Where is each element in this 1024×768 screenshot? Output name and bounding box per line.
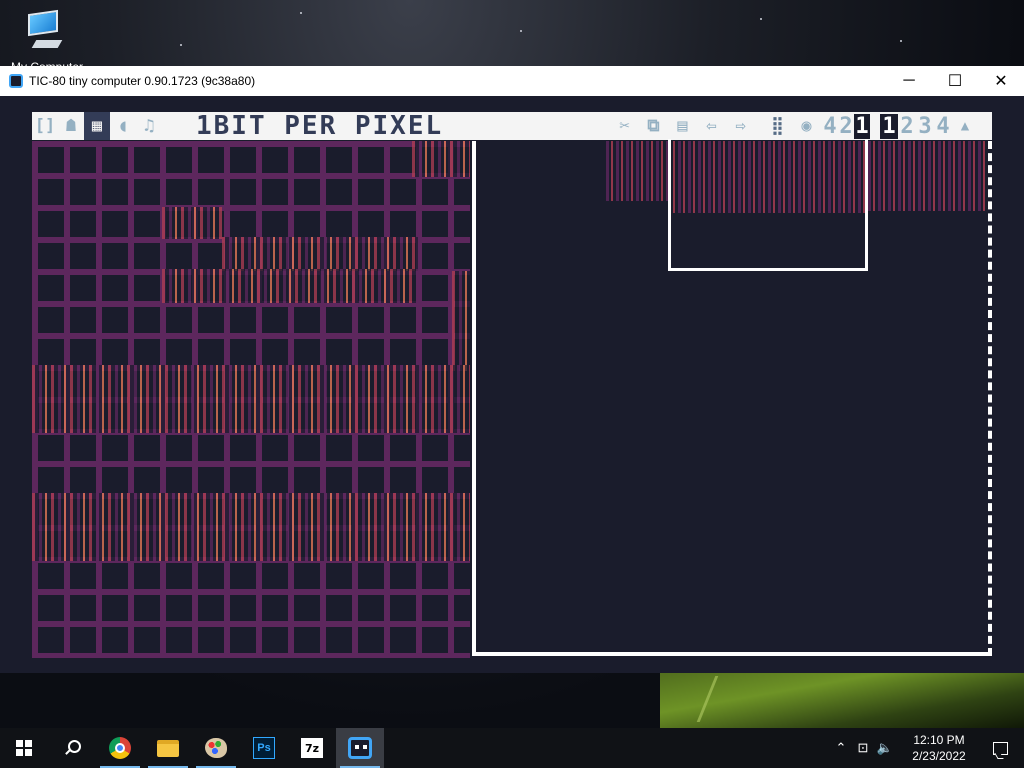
star-decoration xyxy=(300,12,302,14)
pixel-data xyxy=(32,493,470,561)
tic80-toolbar: [] ☗ ▦ ◖ ♫ 1BIT PER PIXEL ✂ ⧉ ▤ ⇦ ⇨ ⣿ ◉ … xyxy=(32,111,992,141)
desktop-icon-my-computer[interactable]: My Computer xyxy=(8,8,83,74)
taskbar: Ps 7z ⌃ ⊡ 🔈 12:10 PM 2/23/2022 xyxy=(0,728,1024,768)
taskbar-file-explorer[interactable] xyxy=(144,728,192,768)
star-decoration xyxy=(180,44,182,46)
sheet-icon[interactable]: ◉ xyxy=(792,112,821,140)
edit-tools: ✂ ⧉ ▤ ⇦ ⇨ ⣿ ◉ xyxy=(610,112,821,140)
sheet-sprite-data xyxy=(606,141,668,201)
grid-icon[interactable]: ⣿ xyxy=(763,112,792,140)
windows-logo-icon xyxy=(16,740,32,756)
sfx-editor-tab-icon[interactable]: ◖ xyxy=(110,112,136,140)
taskbar-photoshop[interactable]: Ps xyxy=(240,728,288,768)
clock-date: 2/23/2022 xyxy=(912,749,966,763)
folder-icon xyxy=(157,739,179,757)
bank-4[interactable]: 4 xyxy=(934,114,952,139)
window-titlebar[interactable]: TIC-80 tiny computer 0.90.1723 (9c38a80)… xyxy=(0,66,1024,96)
paste-icon[interactable]: ▤ xyxy=(668,112,697,140)
copy-icon[interactable]: ⧉ xyxy=(639,112,668,140)
music-editor-tab-icon[interactable]: ♫ xyxy=(136,112,162,140)
chrome-icon xyxy=(109,737,131,759)
window-title: TIC-80 tiny computer 0.90.1723 (9c38a80) xyxy=(29,74,256,88)
pixel-data xyxy=(162,269,418,303)
bank-selector: 1 2 3 4 ▲ xyxy=(880,112,978,140)
computer-icon xyxy=(22,8,66,56)
pixel-data xyxy=(412,141,470,177)
window-controls: ─ ☐ ✕ xyxy=(886,66,1024,96)
code-editor-tab-icon[interactable]: [] xyxy=(32,112,58,140)
pixel-data xyxy=(32,365,470,433)
bpp-selector: 4 2 1 xyxy=(822,112,870,140)
map-editor-tab-icon[interactable]: ▦ xyxy=(84,112,110,140)
close-button[interactable]: ✕ xyxy=(978,66,1024,96)
sprite-edit-canvas[interactable] xyxy=(32,141,470,658)
search-icon xyxy=(64,740,81,756)
system-tray: ⌃ ⊡ 🔈 12:10 PM 2/23/2022 xyxy=(830,728,1024,768)
search-button[interactable] xyxy=(48,728,96,768)
paint-palette-icon xyxy=(205,738,227,758)
taskbar-tic80[interactable] xyxy=(336,728,384,768)
start-button[interactable] xyxy=(0,728,48,768)
clock[interactable]: 12:10 PM 2/23/2022 xyxy=(902,732,976,764)
tray-chevron-icon[interactable]: ⌃ xyxy=(830,728,852,768)
bpp-option-4[interactable]: 4 xyxy=(822,114,838,139)
star-decoration xyxy=(900,40,902,42)
tic80-window: TIC-80 tiny computer 0.90.1723 (9c38a80)… xyxy=(0,66,1024,673)
sprite-editor-tab-icon[interactable]: ☗ xyxy=(58,112,84,140)
network-icon[interactable]: ⊡ xyxy=(852,728,874,768)
star-decoration xyxy=(520,30,522,32)
bank-1[interactable]: 1 xyxy=(880,113,898,139)
minimize-button[interactable]: ─ xyxy=(886,66,932,96)
photoshop-icon: Ps xyxy=(253,737,275,759)
action-center-button[interactable] xyxy=(976,728,1024,768)
clock-time: 12:10 PM xyxy=(913,733,965,747)
tic80-icon xyxy=(348,737,372,759)
pixel-data xyxy=(452,271,470,371)
scroll-up-icon[interactable]: ▲ xyxy=(952,112,978,140)
mode-title: 1BIT PER PIXEL xyxy=(196,111,444,141)
bank-3[interactable]: 3 xyxy=(916,114,934,139)
taskbar-paint[interactable] xyxy=(192,728,240,768)
notification-icon xyxy=(992,741,1008,755)
volume-icon[interactable]: 🔈 xyxy=(874,728,896,768)
sheet-sprite-data xyxy=(868,141,988,211)
redo-icon[interactable]: ⇨ xyxy=(726,112,755,140)
bpp-option-2[interactable]: 2 xyxy=(838,114,854,139)
bpp-option-1[interactable]: 1 xyxy=(854,113,870,139)
bank-2[interactable]: 2 xyxy=(898,114,916,139)
sheet-selection-box[interactable] xyxy=(668,139,868,271)
tic80-screen: [] ☗ ▦ ◖ ♫ 1BIT PER PIXEL ✂ ⧉ ▤ ⇦ ⇨ ⣿ ◉ … xyxy=(0,96,1024,673)
tic80-app-icon xyxy=(9,74,23,88)
sprite-sheet[interactable] xyxy=(472,139,992,656)
maximize-button[interactable]: ☐ xyxy=(932,66,978,96)
undo-icon[interactable]: ⇦ xyxy=(697,112,726,140)
taskbar-7zip[interactable]: 7z xyxy=(288,728,336,768)
cut-icon[interactable]: ✂ xyxy=(610,112,639,140)
star-decoration xyxy=(760,18,762,20)
taskbar-chrome[interactable] xyxy=(96,728,144,768)
7zip-icon: 7z xyxy=(301,738,323,758)
pixel-data xyxy=(222,237,418,271)
pixel-data xyxy=(162,207,222,239)
